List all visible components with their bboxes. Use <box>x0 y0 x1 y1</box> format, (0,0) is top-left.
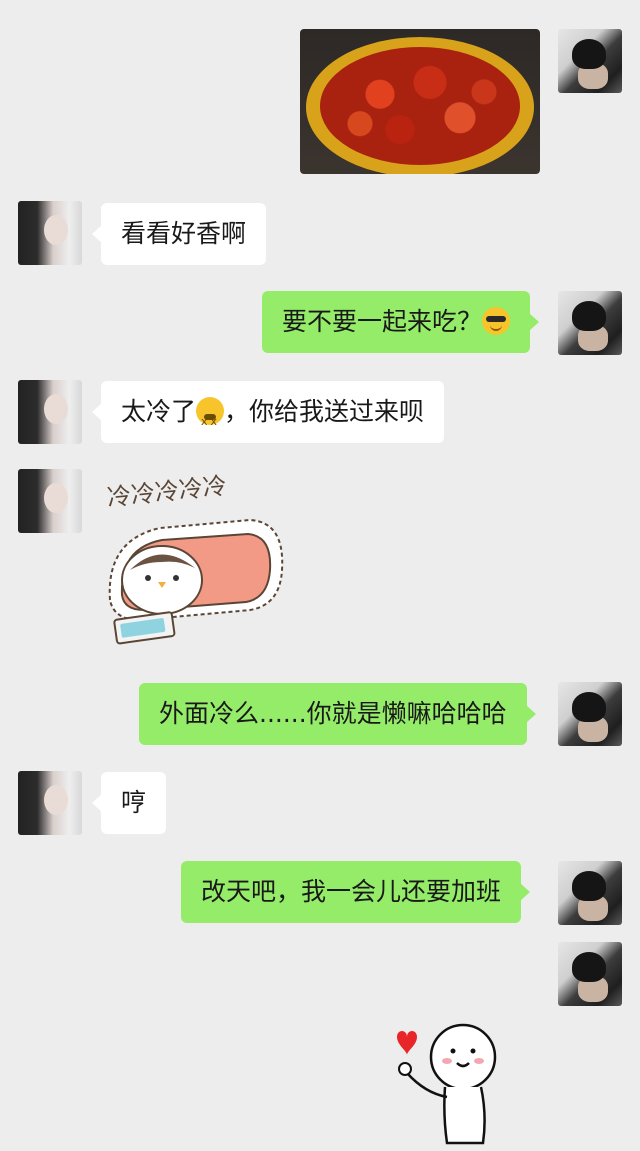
stickman-graphic <box>397 1023 497 1145</box>
cold-face-icon <box>196 391 225 453</box>
message-text-before: 太冷了 <box>121 397 197 426</box>
my-avatar[interactable] <box>558 682 622 746</box>
message-text-after: ，你给我送过来呗 <box>224 397 425 426</box>
friend-avatar[interactable] <box>18 469 82 533</box>
message-bubble[interactable]: 改天吧，我一会儿还要加班 <box>181 861 531 923</box>
message-bubble[interactable]: 外面冷么......你就是懒嘛哈哈哈 <box>139 683 536 745</box>
my-avatar[interactable] <box>558 861 622 925</box>
message-text: 外面冷么......你就是懒嘛哈哈哈 <box>159 699 507 728</box>
crawfish-photo[interactable] <box>300 29 540 174</box>
message-bubble[interactable]: 哼 <box>91 772 167 834</box>
message-text: 要不要一起来吃？ <box>282 307 483 336</box>
friend-avatar[interactable] <box>18 771 82 835</box>
friend-avatar[interactable] <box>18 380 82 444</box>
message-text: 看看好香啊 <box>121 219 247 248</box>
my-avatar[interactable] <box>558 942 622 1006</box>
crawfish-pile <box>320 47 520 165</box>
message-text: 哼 <box>121 788 147 817</box>
friend-avatar[interactable] <box>18 201 82 265</box>
message-bubble[interactable]: 太冷了 ，你给我送过来呗 <box>91 381 445 453</box>
message-bubble[interactable]: 看看好香啊 <box>91 203 267 265</box>
my-avatar[interactable] <box>558 29 622 93</box>
smiling-sunglasses-icon <box>482 307 511 335</box>
stickman-heart-sticker[interactable] <box>385 1015 505 1147</box>
my-avatar[interactable] <box>558 291 622 355</box>
penguin-sticker[interactable]: 冷冷冷冷冷 <box>100 470 285 655</box>
message-text: 改天吧，我一会儿还要加班 <box>201 877 502 906</box>
sticker-caption: 冷冷冷冷冷 <box>106 472 228 512</box>
penguin-sticker-graphic: 冷冷冷冷冷 <box>106 472 284 645</box>
message-bubble[interactable]: 要不要一起来吃？ <box>262 291 540 353</box>
